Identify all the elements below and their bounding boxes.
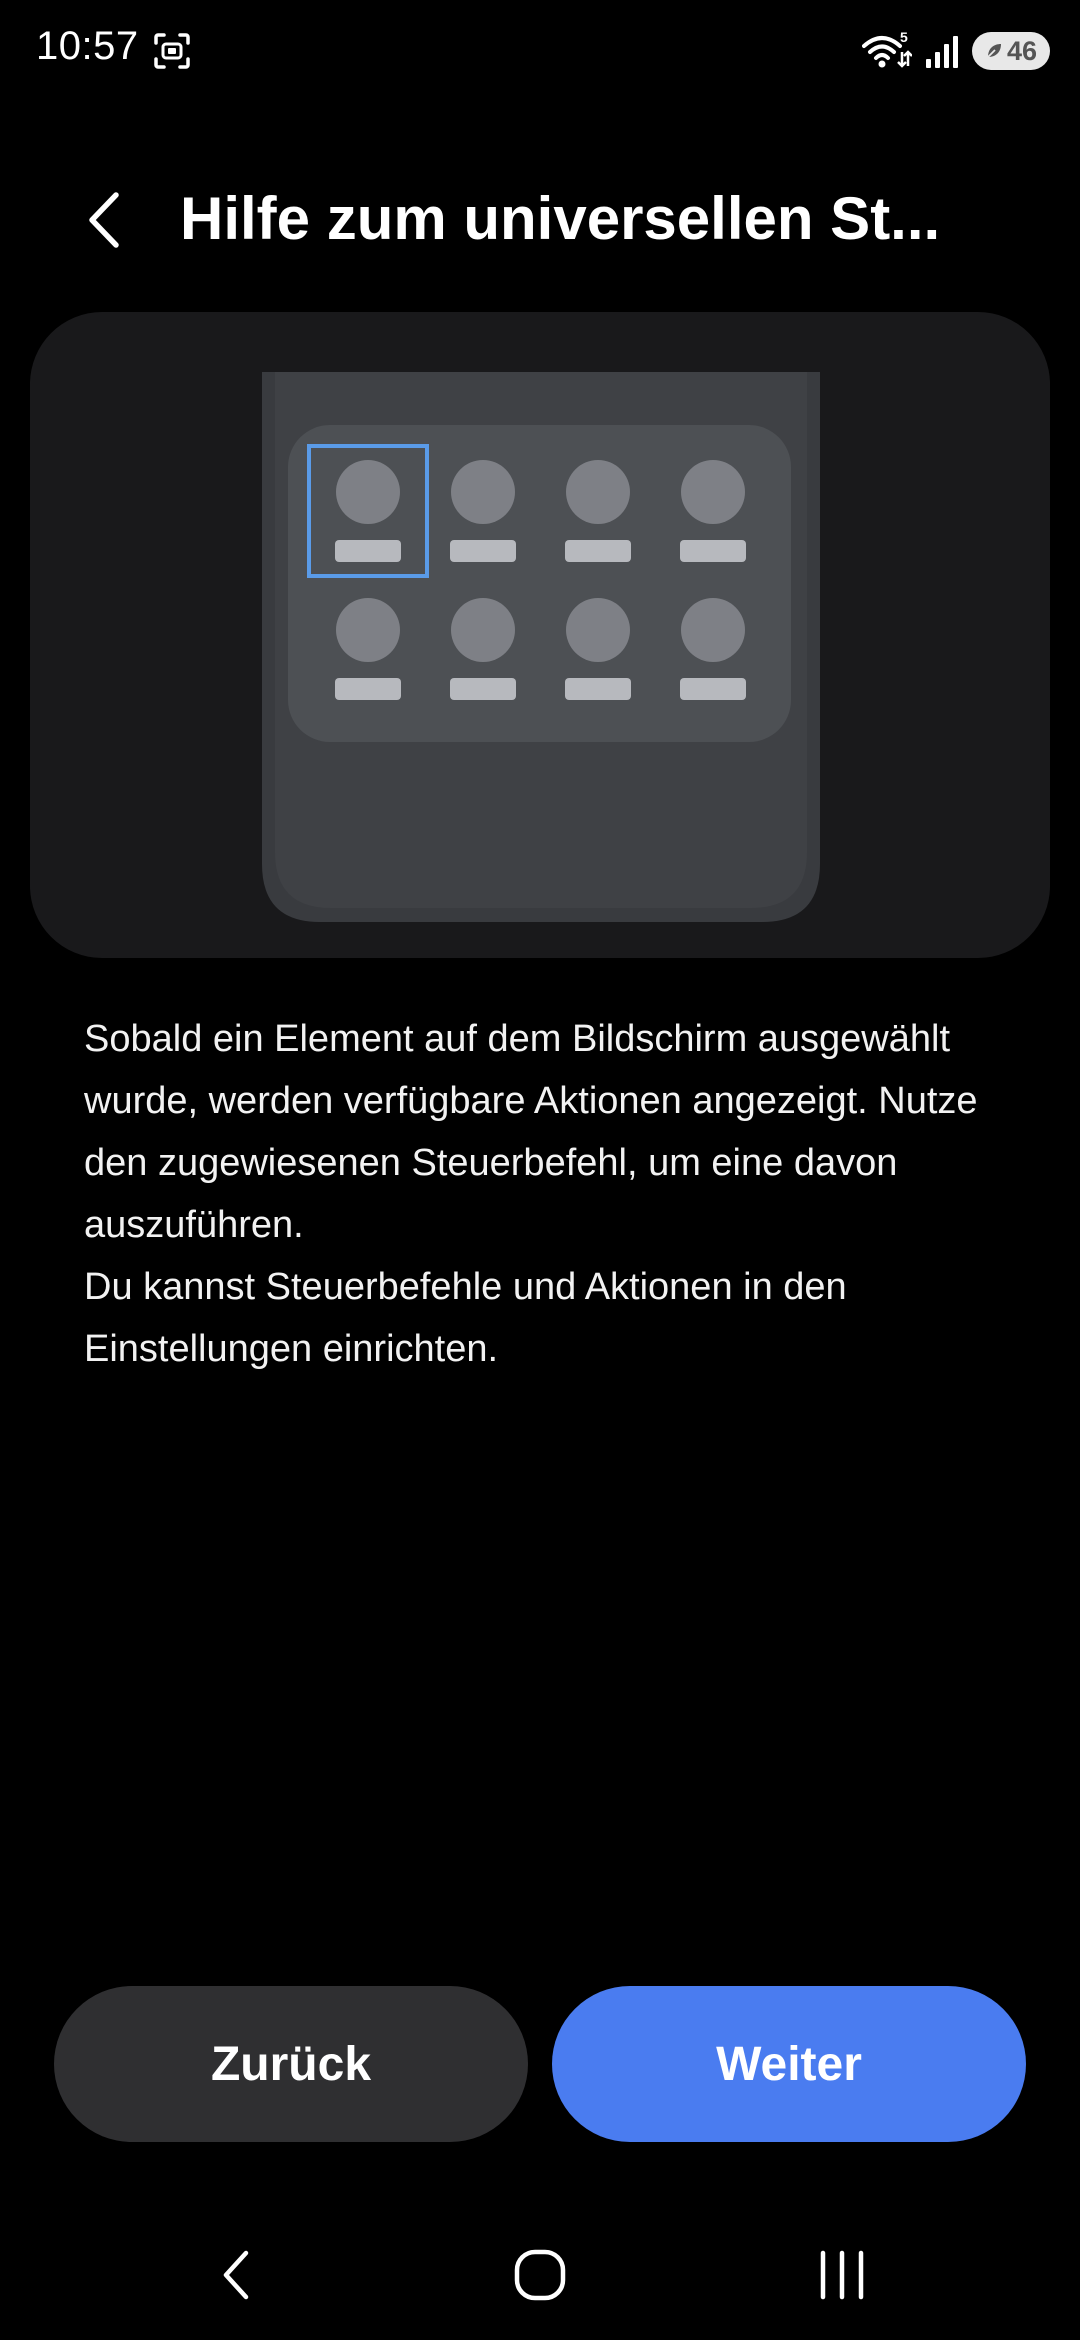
grid-item (565, 598, 631, 700)
battery-indicator: 46 (972, 32, 1050, 70)
nav-home-icon (514, 2249, 566, 2301)
nav-back-button[interactable] (198, 2240, 278, 2310)
illustration-card (30, 312, 1050, 958)
nav-home-button[interactable] (500, 2240, 580, 2310)
battery-level: 46 (1006, 35, 1038, 66)
next-button[interactable]: Weiter (552, 1986, 1026, 2142)
grid-item-label (335, 678, 401, 700)
back-icon[interactable] (80, 187, 130, 253)
grid-item-label (565, 678, 631, 700)
grid-item (680, 460, 746, 562)
grid-item-label (450, 540, 516, 562)
description-text: Sobald ein Element auf dem Bildschirm au… (84, 1008, 1004, 1380)
grid-item-label (565, 540, 631, 562)
wifi-icon: 5 (862, 30, 912, 68)
network-badge: 5 (900, 30, 908, 45)
status-time: 10:57 (36, 24, 139, 68)
grid-item-icon (566, 460, 630, 524)
description-paragraph-2: Du kannst Steuerbefehle und Aktionen in … (84, 1266, 847, 1370)
grid-item-icon (336, 598, 400, 662)
grid-item-label (680, 540, 746, 562)
nav-back-icon (223, 2250, 249, 2300)
back-button[interactable]: Zurück (54, 1986, 528, 2142)
signal-icon (926, 36, 958, 68)
grid-item-label (680, 678, 746, 700)
nav-recents-icon (820, 2250, 864, 2300)
navigation-bar (0, 2220, 1080, 2320)
status-icons: 5 46 (862, 30, 1050, 72)
grid-item (450, 460, 516, 562)
grid-item-icon (681, 460, 745, 524)
status-bar: 10:57 5 46 (0, 0, 1080, 100)
screenshot-icon (154, 33, 190, 69)
nav-recents-button[interactable] (802, 2240, 882, 2310)
grid-item (565, 460, 631, 562)
grid-item (680, 598, 746, 700)
grid-item-label (450, 678, 516, 700)
battery-saver-icon (986, 44, 1001, 59)
universal-switch-illustration (262, 372, 820, 922)
grid-item (450, 598, 516, 700)
grid-item (335, 598, 401, 700)
grid-item-icon (681, 598, 745, 662)
page-title: Hilfe zum universellen St... (180, 185, 941, 252)
app-header: Hilfe zum universellen St... (0, 165, 1080, 275)
grid-item-icon (451, 598, 515, 662)
description-paragraph-1: Sobald ein Element auf dem Bildschirm au… (84, 1018, 978, 1246)
grid-item-label (335, 540, 401, 562)
grid-item-icon (451, 460, 515, 524)
grid-item-icon (566, 598, 630, 662)
grid-item-icon (336, 460, 400, 524)
screen: 10:57 5 46 Hilfe zum universellen St... … (0, 0, 1080, 2340)
